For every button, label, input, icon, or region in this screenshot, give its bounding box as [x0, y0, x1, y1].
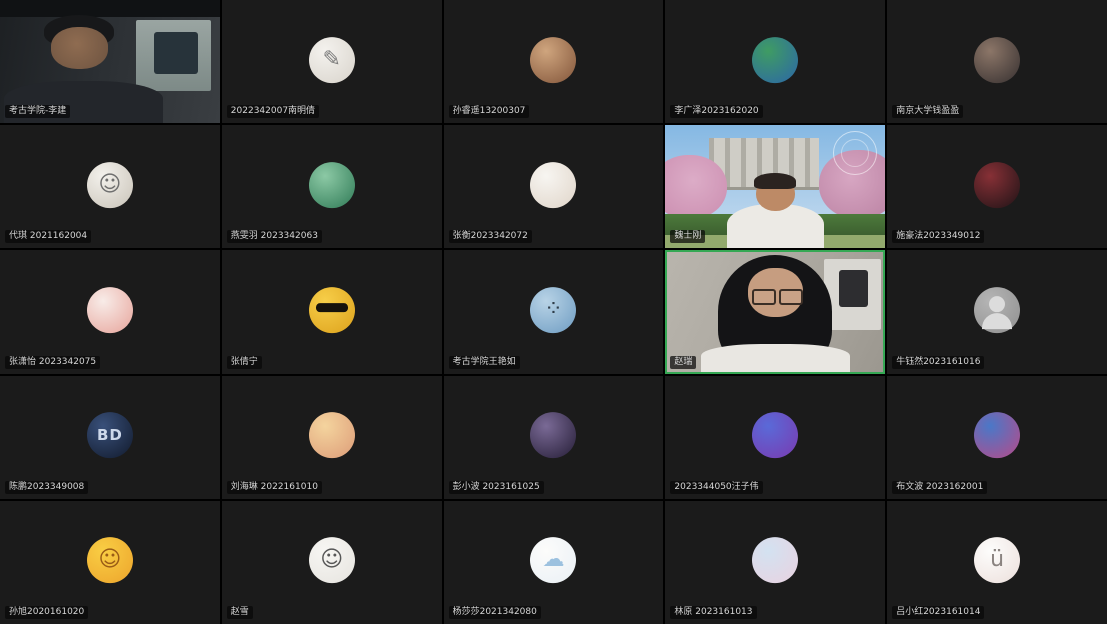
dark-blue-graffiti-avatar: BD — [87, 412, 133, 458]
blonde-cartoon-girl-avatar — [309, 412, 355, 458]
pink-seal-cartoon-avatar — [87, 287, 133, 333]
participant-tile[interactable]: ⁘ 考古学院王艳如 — [444, 250, 664, 373]
participant-tile[interactable]: 李广泽2023162020 — [665, 0, 885, 123]
emoji-blush-peach-avatar: ☺ — [87, 538, 133, 584]
participant-name: 孙旭2020161020 — [5, 606, 88, 619]
dusk-silhouette-avatar — [530, 412, 576, 458]
person-body — [701, 344, 850, 374]
participant-tile[interactable]: 牛钰然2023161016 — [887, 250, 1107, 373]
participant-name: 燕雯羽 2023342063 — [227, 230, 322, 243]
participant-tile[interactable]: ☺ 代琪 2021162004 — [0, 125, 220, 248]
participant-tile[interactable]: 考古学院-李建 — [0, 0, 220, 123]
participant-tile[interactable]: 张倩宁 — [222, 250, 442, 373]
participant-name: 2022342007南明倩 — [227, 105, 319, 118]
participant-tile[interactable]: 孙睿遥13200307 — [444, 0, 664, 123]
participant-tile[interactable]: 布文波 2023162001 — [887, 376, 1107, 499]
board-logo — [839, 270, 868, 307]
participant-name: 杨莎莎2021342080 — [449, 606, 541, 619]
cloud-sketch-avatar: ☁ — [530, 538, 576, 584]
pastel-sphere-avatar — [752, 538, 798, 584]
participant-name: 张潇怡 2023342075 — [5, 356, 100, 369]
participant-tile[interactable]: BD 陈鹏2023349008 — [0, 376, 220, 499]
participant-name: 陈鹏2023349008 — [5, 481, 88, 494]
sketch-portrait-avatar: ✎ — [309, 37, 355, 83]
participant-name: 吕小红2023161014 — [892, 606, 984, 619]
video-feed — [665, 250, 885, 373]
glasses-right-lens — [779, 289, 803, 305]
participant-tile[interactable]: 燕雯羽 2023342063 — [222, 125, 442, 248]
line-art-smiley-girl-avatar: ☺ — [309, 538, 355, 584]
participant-tile[interactable]: 张潇怡 2023342075 — [0, 250, 220, 373]
participant-name: 考古学院王艳如 — [449, 356, 520, 369]
night-tower-red-avatar — [974, 162, 1020, 208]
participant-name: 牛钰然2023161016 — [892, 356, 984, 369]
participant-name: 魏士刚 — [670, 230, 705, 243]
colorful-game-art-avatar — [974, 412, 1020, 458]
sky-bird-flock-avatar: ⁘ — [530, 287, 576, 333]
participant-tile[interactable]: ü 吕小红2023161014 — [887, 501, 1107, 624]
participant-name: 彭小波 2023161025 — [449, 481, 544, 494]
participant-tile[interactable]: 张衡2023342072 — [444, 125, 664, 248]
participant-tile[interactable]: 魏士刚 — [665, 125, 885, 248]
participant-tile[interactable]: ☺ 孙旭2020161020 — [0, 501, 220, 624]
participant-tile[interactable]: ☺ 赵雪 — [222, 501, 442, 624]
participant-name: 孙睿遥13200307 — [449, 105, 530, 118]
cartoon-boy-sketch-avatar: ☺ — [87, 162, 133, 208]
boy-line-art-avatar — [530, 162, 576, 208]
earth-blue-green-avatar — [752, 37, 798, 83]
participant-grid: 考古学院-李建 ✎ 2022342007南明倩 孙睿遥13200307 李广泽2… — [0, 0, 1107, 624]
participant-tile[interactable]: 刘海琳 2022161010 — [222, 376, 442, 499]
participant-tile[interactable]: 彭小波 2023161025 — [444, 376, 664, 499]
white-cat-cartoon-avatar: ü — [974, 538, 1020, 584]
participant-name: 施豪法2023349012 — [892, 230, 984, 243]
emoji-sunglasses-avatar — [309, 287, 355, 333]
participant-tile[interactable]: 赵瑞 — [665, 250, 885, 373]
person-hair — [754, 173, 796, 189]
participant-name: 代琪 2021162004 — [5, 230, 91, 243]
participant-tile[interactable]: 施豪法2023349012 — [887, 125, 1107, 248]
galaxy-anime-avatar — [752, 412, 798, 458]
participant-name: 南京大学钱盈盈 — [892, 105, 963, 118]
participant-name: 考古学院-李建 — [5, 105, 70, 118]
participant-name: 赵雪 — [227, 606, 253, 619]
participant-name: 林原 2023161013 — [670, 606, 756, 619]
photo-warm-avatar — [530, 37, 576, 83]
participant-name: 赵瑞 — [670, 356, 696, 369]
participant-name: 布文波 2023162001 — [892, 481, 987, 494]
screen-logo — [154, 32, 198, 74]
participant-tile[interactable]: 林原 2023161013 — [665, 501, 885, 624]
portrait-dark-avatar — [974, 37, 1020, 83]
participant-tile[interactable]: ✎ 2022342007南明倩 — [222, 0, 442, 123]
participant-tile[interactable]: 2023344050汪子伟 — [665, 376, 885, 499]
participant-name: 张衡2023342072 — [449, 230, 532, 243]
participant-tile[interactable]: ☁ 杨莎莎2021342080 — [444, 501, 664, 624]
participant-tile[interactable]: 南京大学钱盈盈 — [887, 0, 1107, 123]
participant-name: 2023344050汪子伟 — [670, 481, 762, 494]
participant-name: 张倩宁 — [227, 356, 262, 369]
default-silhouette-avatar — [974, 287, 1020, 333]
glasses-left-lens — [752, 289, 776, 305]
meeting-window: 考古学院-李建 ✎ 2022342007南明倩 孙睿遥13200307 李广泽2… — [0, 0, 1107, 624]
green-duck-cartoon-avatar — [309, 162, 355, 208]
participant-name: 李广泽2023162020 — [670, 105, 762, 118]
participant-name: 刘海琳 2022161010 — [227, 481, 322, 494]
person-face — [51, 27, 108, 69]
classroom-ceiling — [0, 0, 220, 17]
